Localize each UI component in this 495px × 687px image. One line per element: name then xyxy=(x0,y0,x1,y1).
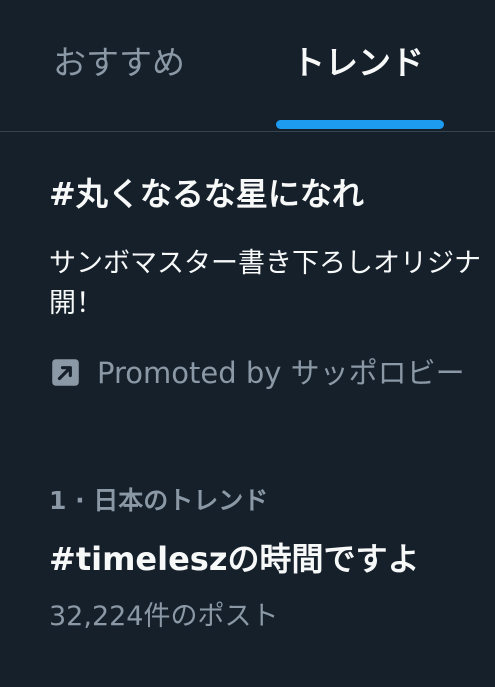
tabs-divider xyxy=(0,131,495,132)
promoted-trend-description: サンボマスター書き下ろしオリジナ 開！ xyxy=(49,244,495,324)
promoted-by-label: Promoted by サッポロビー xyxy=(97,356,465,390)
tab-recommended[interactable]: おすすめ xyxy=(53,38,185,88)
tab-trends[interactable]: トレンド xyxy=(292,38,424,88)
promoted-by-row: Promoted by サッポロビー xyxy=(49,351,495,395)
explore-page: おすすめ トレンド #丸くなるな星になれ サンボマスター書き下ろしオリジナ 開！… xyxy=(0,0,495,687)
trend-post-count: 32,224件のポスト xyxy=(49,601,279,632)
promoted-arrow-icon xyxy=(52,359,79,386)
active-tab-indicator xyxy=(276,120,444,129)
promoted-trend-title: #丸くなるな星になれ xyxy=(49,175,364,213)
trend-rank-location: 1 · 日本のトレンド xyxy=(49,486,269,515)
tab-bar: おすすめ トレンド xyxy=(0,0,495,131)
trend-title: #timeleszの時間ですよ xyxy=(49,540,420,578)
promoted-description-line: 開！ xyxy=(49,288,103,319)
promoted-description-line: サンボマスター書き下ろしオリジナ xyxy=(49,248,481,279)
